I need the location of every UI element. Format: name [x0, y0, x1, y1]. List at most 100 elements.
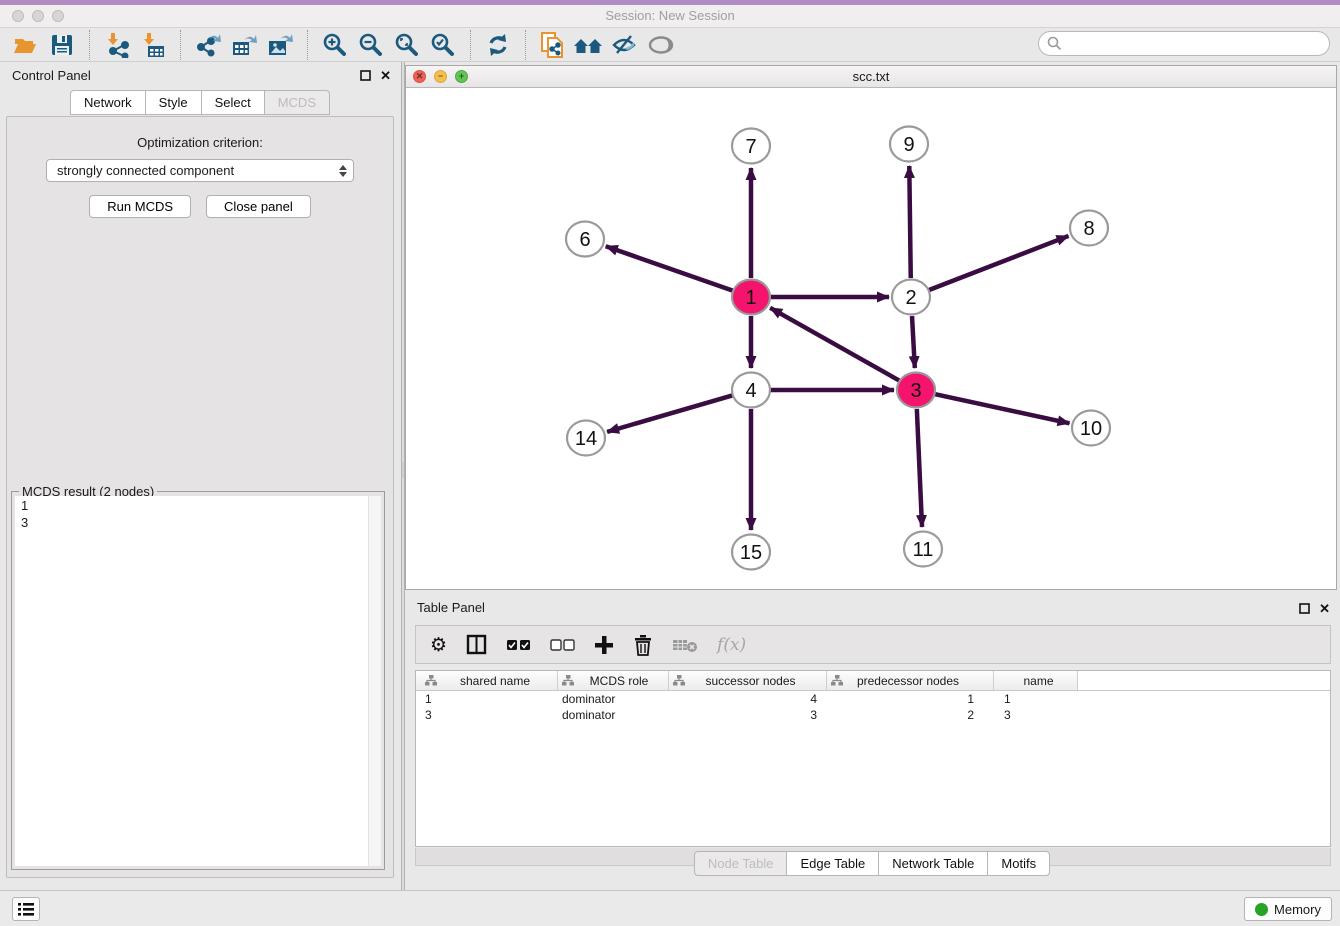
network-view-window: ✕ − + scc.txt 7968124314101511 [405, 65, 1337, 590]
export-image-button[interactable] [262, 30, 298, 60]
function-builder-button[interactable]: f(x) [717, 632, 746, 658]
graph-node-label: 7 [745, 136, 756, 158]
tab-motifs[interactable]: Motifs [987, 851, 1050, 876]
control-panel: Control Panel ✕ Network Style Select MCD… [0, 62, 401, 890]
graph-node-label: 11 [913, 539, 934, 561]
tab-network[interactable]: Network [70, 90, 146, 115]
toggle-visibility-button[interactable] [643, 30, 679, 60]
mcds-result-group: MCDS result (2 nodes) 1 3 [11, 491, 385, 870]
graph-edge[interactable] [606, 246, 733, 290]
open-session-button[interactable] [8, 30, 44, 60]
add-column-button[interactable] [594, 632, 614, 658]
reset-views-button[interactable] [571, 30, 607, 60]
tab-network-table[interactable]: Network Table [878, 851, 988, 876]
graph-edge[interactable] [929, 236, 1069, 290]
tab-select[interactable]: Select [201, 90, 265, 115]
delete-table-icon [672, 637, 698, 653]
import-table-button[interactable] [135, 30, 171, 60]
cell-name[interactable]: 1 [994, 692, 1078, 706]
table-row[interactable]: 1 dominator 4 1 1 [416, 691, 1330, 707]
graph-edge[interactable] [909, 166, 910, 278]
trash-icon [633, 634, 653, 656]
clone-network-icon [539, 31, 567, 59]
optimization-criterion-label: Optimization criterion: [7, 135, 393, 150]
close-panel-icon[interactable]: ✕ [380, 69, 391, 82]
control-panel-header: Control Panel ✕ [0, 62, 401, 90]
select-all-icon [506, 639, 531, 651]
cell-predecessor-nodes[interactable]: 1 [827, 692, 994, 706]
export-network-button[interactable] [190, 30, 226, 60]
cell-shared-name[interactable]: 1 [416, 692, 558, 706]
toolbar-separator [525, 30, 526, 60]
mcds-result-box[interactable]: 1 3 [15, 496, 381, 866]
refresh-icon [485, 32, 511, 58]
cell-successor-nodes[interactable]: 3 [669, 708, 827, 722]
column-header-mcds-role[interactable]: MCDS role [558, 671, 669, 690]
cell-name[interactable]: 3 [994, 708, 1078, 722]
search-input[interactable] [1062, 35, 1321, 52]
export-table-button[interactable] [226, 30, 262, 60]
delete-table-button[interactable] [672, 632, 698, 658]
search-box[interactable] [1038, 31, 1330, 56]
column-header-name[interactable]: name [994, 671, 1078, 690]
close-panel-icon[interactable]: ✕ [1319, 602, 1330, 615]
zoom-fit-button[interactable] [389, 30, 425, 60]
delete-column-button[interactable] [633, 632, 653, 658]
zoom-out-button[interactable] [353, 30, 389, 60]
graph-edge[interactable] [917, 409, 922, 527]
close-panel-button[interactable]: Close panel [206, 195, 311, 218]
cell-mcds-role[interactable]: dominator [558, 708, 669, 722]
table-tabs: Node Table Edge Table Network Table Moti… [405, 851, 1340, 876]
task-history-button[interactable] [12, 897, 40, 921]
column-header-shared-name[interactable]: shared name [416, 671, 558, 690]
toolbar-separator [89, 30, 90, 60]
graph-edge[interactable] [607, 395, 733, 432]
memory-button[interactable]: Memory [1244, 897, 1332, 921]
table-settings-button[interactable]: ⚙ [430, 632, 447, 658]
select-all-button[interactable] [506, 632, 531, 658]
run-mcds-button[interactable]: Run MCDS [89, 195, 191, 218]
list-icon [18, 902, 34, 916]
cell-shared-name[interactable]: 3 [416, 708, 558, 722]
control-panel-tabs: Network Style Select MCDS [0, 90, 401, 115]
optimization-criterion-select[interactable]: strongly connected component [46, 159, 354, 182]
column-header-predecessor-nodes[interactable]: predecessor nodes [827, 671, 994, 690]
splitter-grip[interactable] [402, 462, 404, 478]
clone-network-button[interactable] [535, 30, 571, 60]
zoom-selected-button[interactable] [425, 30, 461, 60]
network-window-titlebar[interactable]: ✕ − + scc.txt [406, 66, 1336, 88]
cell-successor-nodes[interactable]: 4 [669, 692, 827, 706]
deselect-all-button[interactable] [550, 632, 575, 658]
zoom-in-button[interactable] [317, 30, 353, 60]
table-panel-title: Table Panel [417, 600, 485, 615]
tab-mcds[interactable]: MCDS [264, 90, 330, 115]
graph-node-label: 1 [745, 287, 756, 309]
tab-node-table[interactable]: Node Table [694, 851, 788, 876]
show-columns-button[interactable] [466, 632, 487, 658]
column-header-successor-nodes[interactable]: successor nodes [669, 671, 827, 690]
cell-predecessor-nodes[interactable]: 2 [827, 708, 994, 722]
select-stepper-icon [336, 165, 349, 177]
cell-mcds-role[interactable]: dominator [558, 692, 669, 706]
float-panel-icon[interactable] [360, 70, 371, 81]
graph-node-label: 9 [903, 134, 914, 156]
window-title: Session: New Session [0, 8, 1340, 23]
graph-node-label: 14 [575, 428, 597, 450]
graph-edge[interactable] [912, 316, 915, 368]
search-icon [1047, 36, 1062, 51]
toolbar-separator [180, 30, 181, 60]
tab-style[interactable]: Style [145, 90, 202, 115]
toggle-style-button[interactable] [607, 30, 643, 60]
tab-edge-table[interactable]: Edge Table [786, 851, 879, 876]
eye-icon [647, 33, 675, 57]
save-session-button[interactable] [44, 30, 80, 60]
network-canvas[interactable]: 7968124314101511 [406, 88, 1336, 589]
graph-edge[interactable] [770, 308, 899, 381]
apply-layout-button[interactable] [480, 30, 516, 60]
result-scrollbar[interactable] [368, 496, 381, 866]
graph-edge[interactable] [935, 394, 1070, 423]
float-panel-icon[interactable] [1299, 603, 1310, 614]
import-network-button[interactable] [99, 30, 135, 60]
table-row[interactable]: 3 dominator 3 2 3 [416, 707, 1330, 723]
plus-icon [594, 635, 614, 655]
